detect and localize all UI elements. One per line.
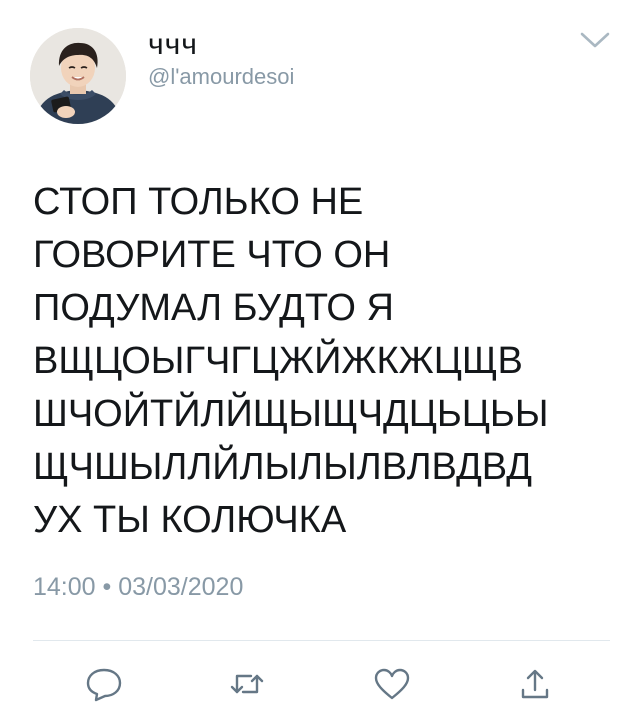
divider: [33, 640, 610, 641]
tweet-timestamp: 14:00 • 03/03/2020: [33, 572, 243, 602]
tweet-time[interactable]: 14:00: [33, 573, 96, 601]
like-button[interactable]: [372, 666, 412, 702]
heart-icon: [374, 668, 410, 700]
avatar[interactable]: [30, 28, 126, 124]
chevron-down-icon[interactable]: [578, 28, 612, 52]
tweet-date[interactable]: 03/03/2020: [118, 573, 243, 601]
retweet-button[interactable]: [227, 666, 267, 702]
share-button[interactable]: [515, 666, 555, 702]
reply-button[interactable]: [84, 666, 124, 702]
user-handle[interactable]: @l'amourdesoi: [148, 64, 294, 90]
profile-photo: [30, 28, 126, 124]
tweet-text: СТОП ТОЛЬКО НЕ ГОВОРИТЕ ЧТО ОН ПОДУМАЛ Б…: [33, 181, 549, 541]
reply-icon: [86, 668, 122, 702]
timestamp-separator: •: [102, 573, 112, 601]
retweet-icon: [230, 674, 264, 694]
share-icon: [521, 669, 549, 699]
display-name[interactable]: ччч: [148, 28, 198, 62]
